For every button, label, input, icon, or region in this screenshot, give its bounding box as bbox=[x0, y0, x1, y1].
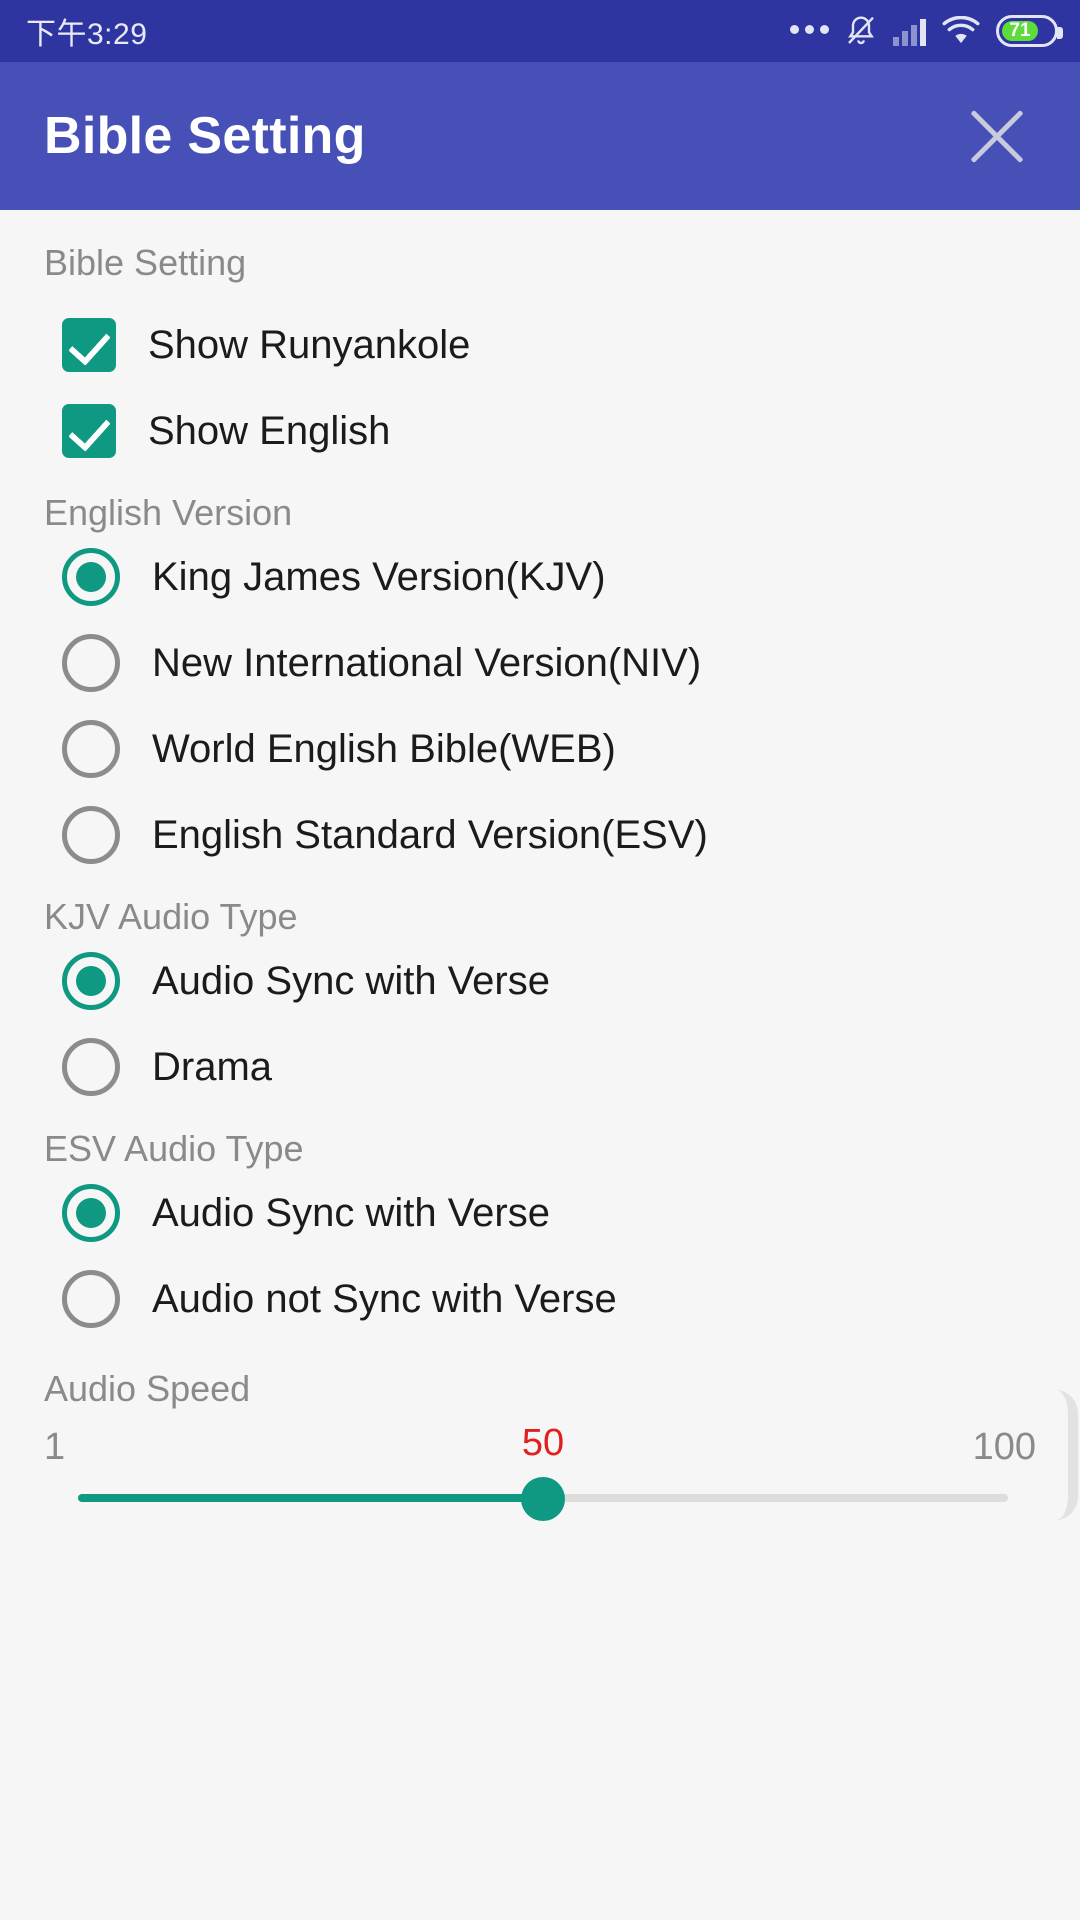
radio-label: Audio Sync with Verse bbox=[152, 958, 550, 1003]
battery-icon: 71 bbox=[996, 15, 1063, 47]
settings-content: Bible Setting Show Runyankole Show Engli… bbox=[0, 210, 1080, 1521]
section-label-english-version: English Version bbox=[44, 492, 293, 533]
audio-speed-scale: 1 50 100 bbox=[44, 1420, 1036, 1478]
page-title: Bible Setting bbox=[44, 107, 366, 165]
radio-row-kjv-drama[interactable]: Drama bbox=[0, 1024, 1080, 1110]
section-label-esv-audio-type: ESV Audio Type bbox=[44, 1128, 304, 1169]
radio-row-esv[interactable]: English Standard Version(ESV) bbox=[0, 792, 1080, 878]
app-bar: Bible Setting bbox=[0, 62, 1080, 210]
section-label-bible-setting: Bible Setting bbox=[44, 242, 247, 283]
checkbox-label: Show Runyankole bbox=[148, 322, 471, 367]
radio-row-niv[interactable]: New International Version(NIV) bbox=[0, 620, 1080, 706]
radio-label: King James Version(KJV) bbox=[152, 554, 606, 599]
checkbox-label: Show English bbox=[148, 408, 391, 453]
status-bar-clock: 下午3:29 bbox=[26, 18, 148, 51]
notifications-off-icon bbox=[845, 14, 877, 48]
checkbox-checked-icon[interactable] bbox=[62, 404, 116, 458]
radio-unselected-icon[interactable] bbox=[62, 634, 120, 692]
radio-label: Audio not Sync with Verse bbox=[152, 1276, 617, 1321]
slider-max-value: 100 bbox=[972, 1426, 1036, 1468]
radio-row-kjv[interactable]: King James Version(KJV) bbox=[0, 534, 1080, 620]
radio-selected-icon[interactable] bbox=[62, 548, 120, 606]
close-icon[interactable] bbox=[954, 93, 1040, 179]
radio-label: Audio Sync with Verse bbox=[152, 1190, 550, 1235]
slider-min-value: 1 bbox=[44, 1426, 66, 1468]
section-label-kjv-audio-type: KJV Audio Type bbox=[44, 896, 298, 937]
radio-selected-icon[interactable] bbox=[62, 952, 120, 1010]
status-bar-icons: 71 bbox=[790, 14, 1063, 48]
radio-unselected-icon[interactable] bbox=[62, 1270, 120, 1328]
radio-label: English Standard Version(ESV) bbox=[152, 812, 708, 857]
section-label-audio-speed: Audio Speed bbox=[44, 1368, 251, 1409]
edge-gesture-indicator bbox=[1056, 1390, 1078, 1520]
radio-unselected-icon[interactable] bbox=[62, 720, 120, 778]
status-bar: 下午3:29 71 bbox=[0, 0, 1080, 62]
radio-row-kjv-audio-sync[interactable]: Audio Sync with Verse bbox=[0, 938, 1080, 1024]
checkbox-row-show-english[interactable]: Show English bbox=[0, 388, 1080, 474]
radio-unselected-icon[interactable] bbox=[62, 1038, 120, 1096]
checkbox-row-show-runyankole[interactable]: Show Runyankole bbox=[0, 302, 1080, 388]
radio-row-esv-audio-not-sync[interactable]: Audio not Sync with Verse bbox=[0, 1256, 1080, 1342]
radio-unselected-icon[interactable] bbox=[62, 806, 120, 864]
signal-no-service-icon bbox=[893, 16, 926, 46]
wifi-icon bbox=[942, 16, 980, 46]
radio-label: World English Bible(WEB) bbox=[152, 726, 616, 771]
slider-thumb[interactable] bbox=[521, 1477, 565, 1521]
slider-current-value: 50 bbox=[521, 1422, 565, 1464]
radio-label: New International Version(NIV) bbox=[152, 640, 702, 685]
more-dots-icon bbox=[790, 24, 829, 38]
battery-level-text: 71 bbox=[1009, 20, 1031, 41]
audio-speed-slider[interactable] bbox=[44, 1477, 1036, 1521]
slider-filled-track bbox=[78, 1494, 543, 1502]
radio-selected-icon[interactable] bbox=[62, 1184, 120, 1242]
radio-row-web[interactable]: World English Bible(WEB) bbox=[0, 706, 1080, 792]
app-screen: 下午3:29 71 Bible Setting Bible Setting Sh… bbox=[0, 0, 1080, 1920]
audio-speed-block: Audio Speed 1 50 100 bbox=[0, 1368, 1080, 1521]
radio-row-esv-audio-sync[interactable]: Audio Sync with Verse bbox=[0, 1170, 1080, 1256]
checkbox-checked-icon[interactable] bbox=[62, 318, 116, 372]
radio-label: Drama bbox=[152, 1044, 273, 1089]
